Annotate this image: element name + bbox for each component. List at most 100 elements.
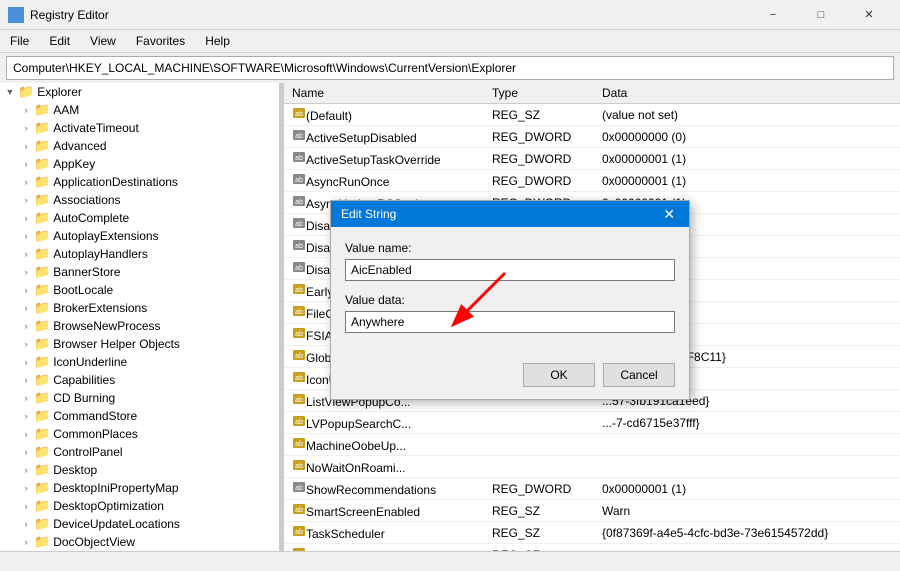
- dialog-close-button[interactable]: ✕: [659, 207, 679, 221]
- ok-button[interactable]: OK: [523, 363, 595, 387]
- tree-item-bootlocale[interactable]: › 📁 BootLocale: [0, 281, 279, 299]
- folder-icon: 📁: [34, 498, 50, 514]
- tree-panel[interactable]: ▼ 📁 Explorer › 📁 AAM › 📁 ActivateTimeout…: [0, 83, 280, 551]
- tree-label: AutoplayExtensions: [53, 229, 158, 243]
- svg-text:ab: ab: [295, 199, 303, 206]
- folder-icon: 📁: [34, 120, 50, 136]
- tree-item-commandstore[interactable]: › 📁 CommandStore: [0, 407, 279, 425]
- table-row[interactable]: abAicEnabledREG_SZ: [284, 544, 900, 552]
- svg-text:ab: ab: [295, 243, 303, 250]
- table-row[interactable]: ab(Default)REG_SZ(value not set): [284, 104, 900, 126]
- tree-item-bannerstore[interactable]: › 📁 BannerStore: [0, 263, 279, 281]
- svg-text:ab: ab: [295, 177, 303, 184]
- expand-icon: ›: [18, 267, 34, 277]
- table-row[interactable]: abMachineOobeUp...: [284, 434, 900, 456]
- tree-label: BrowseNewProcess: [53, 319, 160, 333]
- table-row[interactable]: abAsyncUpdatePCSettingsREG_DWORD0x000000…: [284, 192, 900, 214]
- tree-item-deviceupdatelocations[interactable]: › 📁 DeviceUpdateLocations: [0, 515, 279, 533]
- expand-icon: ›: [18, 213, 34, 223]
- expand-icon: ›: [18, 231, 34, 241]
- tree-label: ControlPanel: [53, 445, 122, 459]
- tree-item-browserhelperobjects[interactable]: › 📁 Browser Helper Objects: [0, 335, 279, 353]
- tree-label: DesktopIniPropertyMap: [53, 481, 178, 495]
- maximize-button[interactable]: □: [798, 4, 844, 26]
- tree-root-label: Explorer: [37, 85, 82, 99]
- cancel-button[interactable]: Cancel: [603, 363, 675, 387]
- table-row[interactable]: abAsyncRunOnceREG_DWORD0x00000001 (1): [284, 170, 900, 192]
- menu-help[interactable]: Help: [195, 32, 240, 50]
- reg-entry-data: [594, 280, 900, 302]
- tree-item-appdestinations[interactable]: › 📁 ApplicationDestinations: [0, 173, 279, 191]
- tree-item-commonplaces[interactable]: › 📁 CommonPlaces: [0, 425, 279, 443]
- table-row[interactable]: abActiveSetupDisabledREG_DWORD0x00000000…: [284, 126, 900, 148]
- tree-item-browsenewprocess[interactable]: › 📁 BrowseNewProcess: [0, 317, 279, 335]
- folder-icon: 📁: [34, 138, 50, 154]
- menu-favorites[interactable]: Favorites: [126, 32, 195, 50]
- svg-text:ab: ab: [295, 375, 303, 382]
- reg-entry-type: REG_DWORD: [484, 236, 594, 258]
- menu-file[interactable]: File: [0, 32, 39, 50]
- table-row[interactable]: abLVPopupSearchC......-7-cd6715e37fff}: [284, 412, 900, 434]
- table-row[interactable]: abSmartScreenEnabledREG_SZWarn: [284, 500, 900, 522]
- table-row[interactable]: abShowRecommendationsREG_DWORD0x00000001…: [284, 478, 900, 500]
- folder-icon: 📁: [34, 336, 50, 352]
- tree-item-autoplayhandlers[interactable]: › 📁 AutoplayHandlers: [0, 245, 279, 263]
- tree-label: Desktop: [53, 463, 97, 477]
- tree-item-desktop[interactable]: › 📁 Desktop: [0, 461, 279, 479]
- table-row[interactable]: abEarlyAppResolver...: [284, 280, 900, 302]
- tree-item-controlpanel[interactable]: › 📁 ControlPanel: [0, 443, 279, 461]
- svg-text:ab: ab: [295, 529, 303, 536]
- svg-text:ab: ab: [295, 485, 303, 492]
- tree-item-advanced[interactable]: › 📁 Advanced: [0, 137, 279, 155]
- value-name-input[interactable]: [345, 259, 675, 281]
- menu-view[interactable]: View: [80, 32, 126, 50]
- tree-item-autoplayextensions[interactable]: › 📁 AutoplayExtensions: [0, 227, 279, 245]
- folder-icon: 📁: [34, 246, 50, 262]
- menu-edit[interactable]: Edit: [39, 32, 80, 50]
- close-button[interactable]: ✕: [846, 4, 892, 26]
- expand-icon: ›: [18, 447, 34, 457]
- tree-item-aam[interactable]: › 📁 AAM: [0, 101, 279, 119]
- tree-item-activatetimeout[interactable]: › 📁 ActivateTimeout: [0, 119, 279, 137]
- folder-icon: 📁: [34, 156, 50, 172]
- tree-item-desktopinipropertymap[interactable]: › 📁 DesktopIniPropertyMap: [0, 479, 279, 497]
- table-row[interactable]: abTaskSchedulerREG_SZ{0f87369f-a4e5-4cfc…: [284, 522, 900, 544]
- tree-label: DesktopOptimization: [53, 499, 164, 513]
- tree-label: CD Burning: [53, 391, 115, 405]
- tree-item-docobjectview[interactable]: › 📁 DocObjectView: [0, 533, 279, 551]
- table-row[interactable]: abActiveSetupTaskOverrideREG_DWORD0x0000…: [284, 148, 900, 170]
- tree-item-appkey[interactable]: › 📁 AppKey: [0, 155, 279, 173]
- tree-label: AppKey: [53, 157, 95, 171]
- reg-entry-type: REG_DWORD: [484, 214, 594, 236]
- svg-text:ab: ab: [295, 133, 303, 140]
- tree-item-brokerextensions[interactable]: › 📁 BrokerExtensions: [0, 299, 279, 317]
- table-row[interactable]: abListViewPopupCo......57-3fb191ca1eed}: [284, 390, 900, 412]
- tree-label: DocObjectView: [53, 535, 135, 549]
- expand-icon: ›: [18, 141, 34, 151]
- tree-label: IconUnderline: [53, 355, 127, 369]
- expand-icon: ›: [18, 411, 34, 421]
- expand-icon: ›: [18, 249, 34, 259]
- svg-text:ab: ab: [295, 463, 303, 470]
- table-row[interactable]: abDisableResolveStoreCategoriesREG_DWORD…: [284, 236, 900, 258]
- address-bar[interactable]: Computer\HKEY_LOCAL_MACHINE\SOFTWARE\Mic…: [6, 56, 894, 80]
- reg-entry-name: ActiveSetupTaskOverride: [306, 153, 441, 167]
- tree-item-capabilities[interactable]: › 📁 Capabilities: [0, 371, 279, 389]
- tree-item-cdburning[interactable]: › 📁 CD Burning: [0, 389, 279, 407]
- tree-item-desktopoptimization[interactable]: › 📁 DesktopOptimization: [0, 497, 279, 515]
- table-row[interactable]: abDisableAppInstallsOnFirstLogonREG_DWOR…: [284, 214, 900, 236]
- reg-entry-name: EarlyAppResolver...: [306, 285, 411, 299]
- minimize-button[interactable]: −: [750, 4, 796, 26]
- table-row[interactable]: abNoWaitOnRoami...: [284, 456, 900, 478]
- tree-item-iconunderline[interactable]: › 📁 IconUnderline: [0, 353, 279, 371]
- folder-icon: 📁: [34, 390, 50, 406]
- tree-item-associations[interactable]: › 📁 Associations: [0, 191, 279, 209]
- tree-root-explorer[interactable]: ▼ 📁 Explorer: [0, 83, 279, 101]
- tree-label: CommonPlaces: [53, 427, 138, 441]
- expand-icon: ›: [18, 123, 34, 133]
- folder-icon: 📁: [34, 534, 50, 550]
- title-bar-left: Registry Editor: [8, 7, 109, 23]
- tree-item-autocomplete[interactable]: › 📁 AutoComplete: [0, 209, 279, 227]
- reg-entry-type: [484, 456, 594, 478]
- value-data-input[interactable]: [345, 311, 675, 333]
